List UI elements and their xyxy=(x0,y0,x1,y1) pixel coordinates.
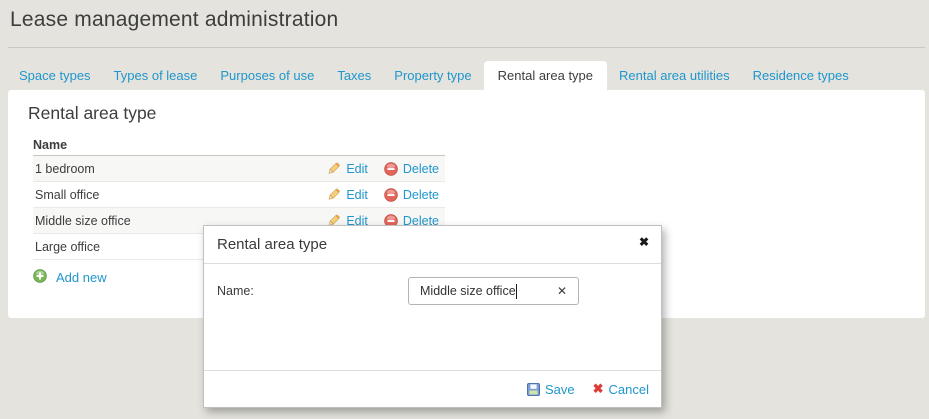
row-actions: Edit Delete xyxy=(326,187,445,202)
table-row: 1 bedroom Edit Delete xyxy=(33,156,445,182)
name-input-value: Middle size office xyxy=(420,284,516,298)
page-title: Lease management administration xyxy=(10,8,338,32)
delete-label: Delete xyxy=(403,162,439,176)
name-input[interactable]: Middle size office ✕ xyxy=(408,277,579,305)
admin-tabbar: Space types Types of lease Purposes of u… xyxy=(8,61,861,90)
add-new-link[interactable]: Add new xyxy=(33,269,143,286)
row-name: Small office xyxy=(33,188,326,202)
close-icon[interactable]: ✖ xyxy=(639,235,649,249)
delete-link[interactable]: Delete xyxy=(384,162,439,176)
edit-label: Edit xyxy=(346,188,368,202)
table-row: Small office Edit Delete xyxy=(33,182,445,208)
tab-rental-area-type[interactable]: Rental area type xyxy=(484,61,607,90)
save-button[interactable]: Save xyxy=(527,382,575,397)
edit-link[interactable]: Edit xyxy=(326,187,368,202)
delete-icon xyxy=(384,188,398,202)
rental-area-type-dialog: Rental area type ✖ Name: Middle size off… xyxy=(203,225,662,408)
delete-link[interactable]: Delete xyxy=(384,188,439,202)
delete-icon xyxy=(384,162,398,176)
tab-purposes-of-use[interactable]: Purposes of use xyxy=(209,61,325,90)
panel-heading: Rental area type xyxy=(28,103,905,124)
tab-residence-types[interactable]: Residence types xyxy=(742,61,860,90)
dialog-header: Rental area type ✖ xyxy=(204,226,661,264)
save-icon xyxy=(527,383,540,396)
add-new-label: Add new xyxy=(56,270,107,285)
edit-link[interactable]: Edit xyxy=(326,161,368,176)
edit-pencil-icon xyxy=(326,187,341,202)
save-label: Save xyxy=(545,382,575,397)
name-field-label: Name: xyxy=(217,284,254,298)
text-caret xyxy=(516,284,517,299)
clear-input-icon[interactable]: ✕ xyxy=(557,284,567,298)
tab-types-of-lease[interactable]: Types of lease xyxy=(103,61,209,90)
dialog-footer: Save ✖ Cancel xyxy=(204,370,661,407)
edit-label: Edit xyxy=(346,162,368,176)
add-icon xyxy=(33,269,47,286)
tab-property-type[interactable]: Property type xyxy=(383,61,482,90)
dialog-body: Name: Middle size office ✕ xyxy=(204,264,661,372)
header-divider xyxy=(8,47,925,48)
tab-rental-area-utilities[interactable]: Rental area utilities xyxy=(608,61,741,90)
edit-pencil-icon xyxy=(326,161,341,176)
dialog-title: Rental area type xyxy=(217,236,327,253)
lease-management-page: Lease management administration Space ty… xyxy=(0,0,929,419)
tab-taxes[interactable]: Taxes xyxy=(326,61,382,90)
row-name: 1 bedroom xyxy=(33,162,326,176)
column-header-name: Name xyxy=(33,136,445,156)
cancel-x-icon: ✖ xyxy=(593,381,604,397)
cancel-label: Cancel xyxy=(609,382,649,397)
row-actions: Edit Delete xyxy=(326,161,445,176)
cancel-button[interactable]: ✖ Cancel xyxy=(593,381,649,397)
tab-space-types[interactable]: Space types xyxy=(8,61,102,90)
delete-label: Delete xyxy=(403,188,439,202)
